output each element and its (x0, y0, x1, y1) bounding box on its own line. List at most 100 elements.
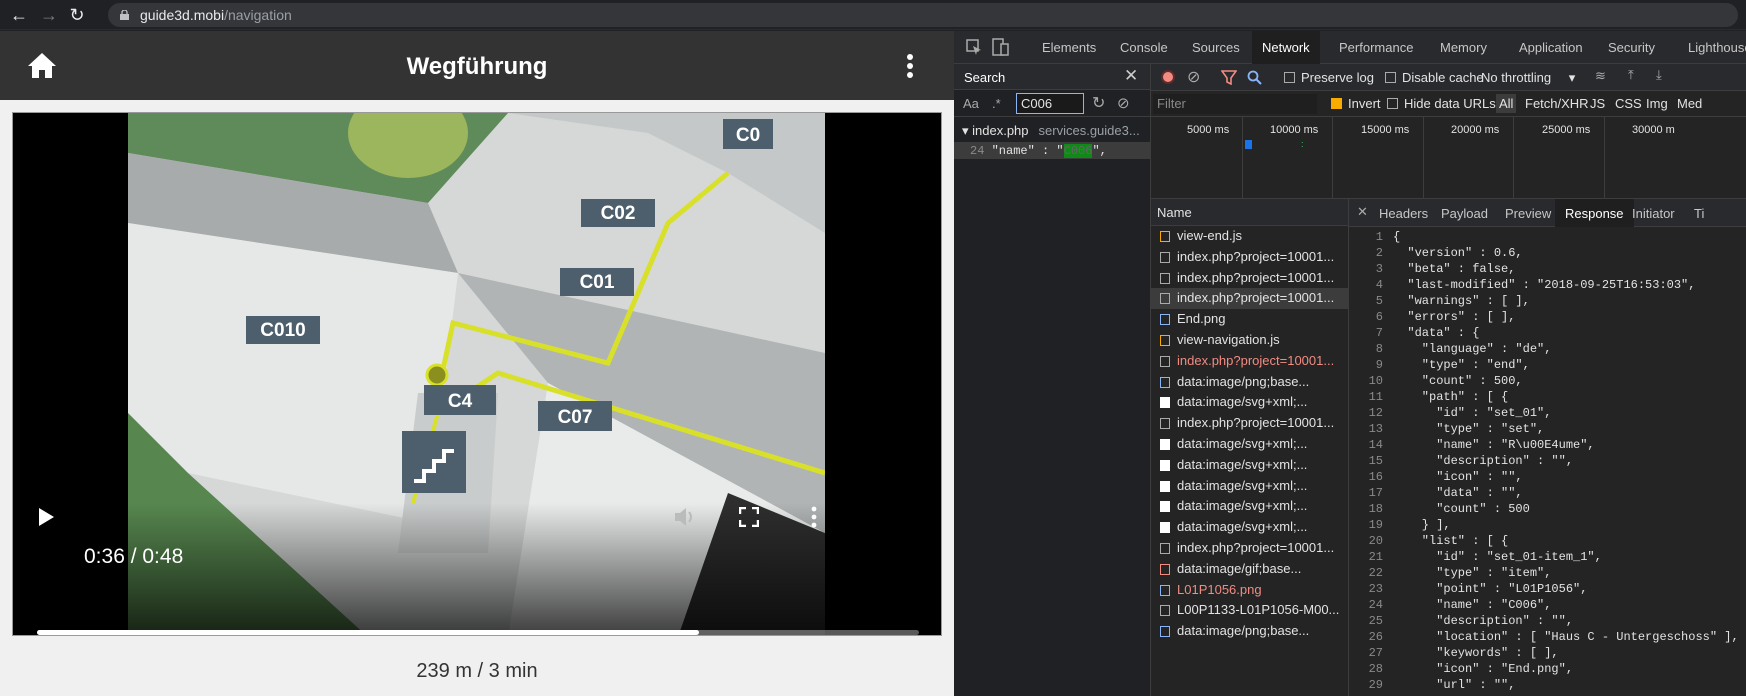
type-filter-js[interactable]: JS (1590, 96, 1605, 111)
network-timeline[interactable]: 5000 ms 10000 ms 15000 ms 20000 ms 25000… (1151, 117, 1746, 199)
request-name: L00P1133-L01P1056-M00... (1177, 602, 1340, 618)
request-row[interactable]: index.php?project=10001... (1151, 413, 1348, 434)
clear-log-icon[interactable]: ⊘ (1187, 67, 1200, 87)
regex-toggle[interactable]: .* (992, 96, 1001, 111)
record-icon[interactable] (1161, 70, 1175, 84)
tab-memory[interactable]: Memory (1440, 40, 1487, 55)
request-row[interactable]: data:image/png;base... (1151, 621, 1348, 642)
request-list: Name view-end.js index.php?project=10001.… (1151, 199, 1349, 696)
type-filter-all[interactable]: All (1496, 94, 1517, 113)
preserve-log-checkbox[interactable]: Preserve log (1284, 70, 1374, 85)
code-line-number: 3 (1375, 262, 1383, 276)
request-row[interactable]: L00P1133-L01P1056-M00... (1151, 600, 1348, 621)
address-bar[interactable]: guide3d.mobi/navigation (108, 3, 1738, 27)
request-row[interactable]: index.php?project=10001... (1151, 538, 1348, 559)
tab-console[interactable]: Console (1120, 40, 1168, 55)
forward-arrow-icon[interactable]: → (38, 4, 60, 26)
request-row[interactable]: index.php?project=10001... (1151, 288, 1348, 310)
response-viewer: ✕ Headers Payload Preview Response Initi… (1349, 199, 1746, 696)
close-icon[interactable]: ✕ (1357, 204, 1368, 220)
request-row[interactable]: End.png (1151, 309, 1348, 330)
tab-application[interactable]: Application (1519, 40, 1583, 55)
response-body[interactable]: 1{2 "version" : 0.6, 3 "beta" : false, 4 "… (1349, 229, 1746, 696)
clear-search-icon[interactable]: ⊘ (1117, 94, 1130, 112)
preserve-log-label: Preserve log (1301, 70, 1374, 85)
request-row[interactable]: data:image/png;base... (1151, 372, 1348, 393)
code-line-number: 13 (1368, 422, 1383, 436)
more-menu-icon[interactable] (900, 53, 920, 79)
request-row[interactable]: data:image/svg+xml;... (1151, 517, 1348, 538)
timeline-gridline (1242, 117, 1243, 199)
close-icon[interactable]: ✕ (1124, 66, 1138, 86)
tab-network[interactable]: Network (1252, 31, 1320, 64)
inspect-element-icon[interactable] (964, 37, 984, 57)
code-line-text: "language" : "de", (1393, 342, 1552, 356)
invert-checkbox[interactable]: Invert (1331, 96, 1381, 111)
reload-icon[interactable]: ↻ (66, 4, 88, 26)
search-icon[interactable] (1247, 70, 1262, 85)
request-row[interactable]: data:image/svg+xml;... (1151, 392, 1348, 413)
type-filter-css[interactable]: CSS (1615, 96, 1642, 111)
type-filter-img[interactable]: Img (1646, 96, 1668, 111)
code-line-text: "type" : "set", (1393, 422, 1545, 436)
play-icon[interactable] (37, 507, 55, 527)
tab-elements[interactable]: Elements (1042, 40, 1096, 55)
tab-response[interactable]: Response (1555, 199, 1634, 227)
match-case-toggle[interactable]: Aa (963, 96, 979, 111)
refresh-icon[interactable]: ↻ (1092, 93, 1105, 113)
back-arrow-icon[interactable]: ← (8, 4, 30, 26)
request-row[interactable]: data:image/svg+xml;... (1151, 476, 1348, 497)
hide-data-urls-label: Hide data URLs (1404, 96, 1496, 111)
request-row[interactable]: data:image/svg+xml;... (1151, 434, 1348, 455)
tab-sources[interactable]: Sources (1192, 40, 1240, 55)
tab-lighthouse[interactable]: Lighthouse (1688, 40, 1746, 55)
request-row[interactable]: data:image/svg+xml;... (1151, 496, 1348, 517)
tab-preview[interactable]: Preview (1505, 206, 1551, 221)
video-player[interactable]: C02 C01 C010 C4 C07 C0 0:36 / 0:48 (12, 112, 942, 636)
tab-security[interactable]: Security (1608, 40, 1655, 55)
search-result-file[interactable]: ▾ index.php services.guide3... (962, 123, 1140, 139)
type-filter-media[interactable]: Med (1677, 96, 1702, 111)
fullscreen-icon[interactable] (739, 507, 759, 527)
device-toolbar-icon[interactable] (990, 37, 1010, 57)
timeline-tick: 30000 m (1632, 124, 1675, 136)
code-line: 20 "list" : [ { (1349, 533, 1746, 549)
chevron-down-icon: ▾ (1568, 70, 1576, 85)
request-row[interactable]: data:image/gif;base... (1151, 559, 1348, 580)
import-har-icon[interactable]: ⤒ (1628, 67, 1634, 83)
code-line-number: 8 (1375, 342, 1383, 356)
video-progress-fill (37, 630, 699, 635)
disable-cache-checkbox[interactable]: Disable cache (1385, 70, 1484, 85)
video-options-icon[interactable] (808, 506, 820, 528)
search-result-line[interactable]: 24 "name" : "C006", (954, 142, 1150, 159)
tab-timing[interactable]: Ti (1694, 206, 1704, 221)
code-line: 29 "url" : "", (1349, 677, 1746, 693)
timeline-tick: 25000 ms (1542, 124, 1591, 136)
hide-data-urls-checkbox[interactable]: Hide data URLs (1387, 96, 1496, 111)
tab-headers[interactable]: Headers (1379, 206, 1428, 221)
tab-performance[interactable]: Performance (1339, 40, 1413, 55)
type-filter-fetch[interactable]: Fetch/XHR (1525, 96, 1589, 111)
request-row[interactable]: index.php?project=10001... (1151, 247, 1348, 268)
code-line-number: 4 (1375, 278, 1383, 292)
volume-icon[interactable] (673, 506, 697, 528)
video-progress-bar[interactable] (37, 630, 919, 635)
code-line: 23 "point" : "L01P1056", (1349, 581, 1746, 597)
request-row[interactable]: data:image/svg+xml;... (1151, 455, 1348, 476)
tab-initiator[interactable]: Initiator (1632, 206, 1675, 221)
throttling-select[interactable]: No throttling ▾ (1481, 70, 1575, 86)
filter-input[interactable]: Filter (1153, 94, 1317, 114)
network-conditions-icon[interactable]: ≋ (1595, 68, 1606, 84)
export-har-icon[interactable]: ⤓ (1656, 67, 1662, 83)
code-line-number: 10 (1368, 374, 1383, 388)
code-line: 9 "type" : "end", (1349, 357, 1746, 373)
request-row[interactable]: index.php?project=10001... (1151, 351, 1348, 372)
request-row[interactable]: view-end.js (1151, 226, 1348, 247)
code-line: 15 "description" : "", (1349, 453, 1746, 469)
request-row[interactable]: view-navigation.js (1151, 330, 1348, 351)
tab-payload[interactable]: Payload (1441, 206, 1488, 221)
request-row[interactable]: index.php?project=10001... (1151, 268, 1348, 289)
search-input[interactable] (1016, 93, 1084, 114)
request-row[interactable]: L01P1056.png (1151, 580, 1348, 601)
filter-icon[interactable] (1221, 70, 1237, 85)
